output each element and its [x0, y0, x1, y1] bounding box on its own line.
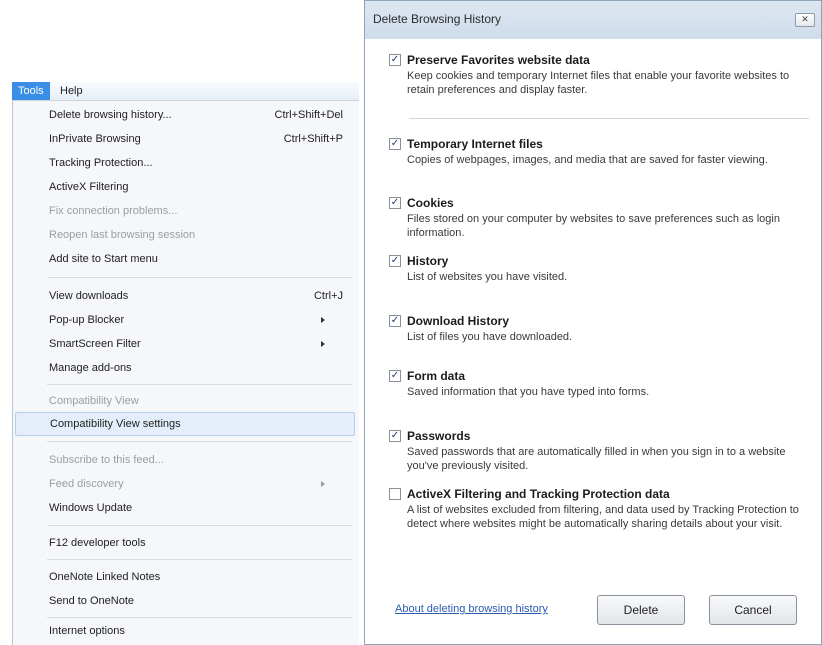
- menu-bar: Tools Help: [12, 82, 359, 101]
- dialog-divider: [409, 118, 809, 119]
- checkbox-activex-tracking-data[interactable]: [389, 488, 401, 500]
- menu-item-label: Fix connection problems...: [49, 205, 178, 217]
- option-description: A list of websites excluded from filteri…: [407, 504, 799, 530]
- menu-item-send-to-onenote[interactable]: Send to OneNote: [15, 589, 355, 613]
- menu-separator: [47, 277, 352, 278]
- menu-item-label: Internet options: [49, 625, 125, 637]
- menu-item-feed-discovery[interactable]: Feed discovery: [15, 472, 355, 496]
- menu-item-label: ActiveX Filtering: [49, 181, 129, 193]
- checkbox-passwords[interactable]: ✓: [389, 430, 401, 442]
- menu-item-label: Manage add-ons: [49, 362, 132, 374]
- menu-item-compatibility-view-settings[interactable]: Compatibility View settings: [15, 412, 355, 436]
- tools-menu: Delete browsing history... Ctrl+Shift+De…: [12, 101, 359, 645]
- menu-item-shortcut: Ctrl+Shift+P: [283, 133, 343, 145]
- menu-separator: [47, 559, 352, 560]
- menu-item-label: InPrivate Browsing: [49, 133, 141, 145]
- menu-item-label: SmartScreen Filter: [49, 338, 141, 350]
- menu-item-label: Tracking Protection...: [49, 157, 153, 169]
- about-deleting-history-link[interactable]: About deleting browsing history: [395, 603, 548, 615]
- menu-help[interactable]: Help: [54, 82, 89, 100]
- menu-tools[interactable]: Tools: [12, 82, 50, 100]
- menu-item-label: View downloads: [49, 290, 129, 302]
- option-description: Copies of webpages, images, and media th…: [407, 154, 768, 166]
- menu-item-shortcut: Ctrl+Shift+Del: [274, 109, 343, 121]
- menu-item-label: OneNote Linked Notes: [49, 571, 161, 583]
- option-title: Cookies: [407, 196, 454, 210]
- menu-item-label: Feed discovery: [49, 478, 124, 490]
- menu-item-label: Reopen last browsing session: [49, 229, 196, 241]
- menu-item-add-site-start-menu[interactable]: Add site to Start menu: [15, 247, 355, 271]
- option-description: Files stored on your computer by website…: [407, 213, 780, 239]
- menu-item-f12-developer-tools[interactable]: F12 developer tools: [15, 531, 355, 555]
- option-title: Temporary Internet files: [407, 137, 543, 151]
- menu-item-label: Compatibility View: [49, 395, 139, 407]
- menu-item-label: Subscribe to this feed...: [49, 454, 164, 466]
- menu-item-windows-update[interactable]: Windows Update: [15, 496, 355, 520]
- option-title: Preserve Favorites website data: [407, 53, 590, 67]
- menu-item-label: Compatibility View settings: [50, 418, 181, 430]
- menu-item-inprivate-browsing[interactable]: InPrivate Browsing Ctrl+Shift+P: [15, 127, 355, 151]
- menu-separator: [47, 384, 352, 385]
- checkbox-preserve-favorites[interactable]: ✓: [389, 54, 401, 66]
- submenu-arrow-icon: [321, 317, 325, 323]
- menu-item-delete-browsing-history[interactable]: Delete browsing history... Ctrl+Shift+De…: [15, 103, 355, 127]
- menu-item-fix-connection[interactable]: Fix connection problems...: [15, 199, 355, 223]
- submenu-arrow-icon: [321, 341, 325, 347]
- menu-item-internet-options[interactable]: Internet options: [15, 619, 355, 643]
- menu-item-label: Send to OneNote: [49, 595, 135, 607]
- menu-item-label: Add site to Start menu: [49, 253, 158, 265]
- delete-button[interactable]: Delete: [597, 595, 685, 625]
- menu-separator: [47, 441, 352, 442]
- menu-item-smartscreen-filter[interactable]: SmartScreen Filter: [15, 332, 355, 356]
- menu-item-manage-addons[interactable]: Manage add-ons: [15, 356, 355, 380]
- dialog-title: Delete Browsing History: [373, 12, 502, 26]
- menu-separator: [47, 617, 352, 618]
- menu-item-compatibility-view[interactable]: Compatibility View: [15, 389, 355, 413]
- menu-separator: [47, 525, 352, 526]
- menu-item-label: Delete browsing history...: [49, 109, 172, 121]
- menu-item-shortcut: Ctrl+J: [313, 290, 343, 302]
- option-title: Download History: [407, 314, 510, 328]
- menu-item-view-downloads[interactable]: View downloads Ctrl+J: [15, 284, 355, 308]
- option-description: Keep cookies and temporary Internet file…: [407, 70, 790, 96]
- checkbox-temporary-internet-files[interactable]: ✓: [389, 138, 401, 150]
- menu-item-label: Windows Update: [49, 502, 133, 514]
- checkbox-history[interactable]: ✓: [389, 255, 401, 267]
- menu-item-activex-filtering[interactable]: ActiveX Filtering: [15, 175, 355, 199]
- close-icon[interactable]: ✕: [795, 13, 815, 27]
- dialog-titlebar: Delete Browsing History ✕: [365, 1, 821, 39]
- checkbox-cookies[interactable]: ✓: [389, 197, 401, 209]
- submenu-arrow-icon: [321, 481, 325, 487]
- menu-item-subscribe-feed[interactable]: Subscribe to this feed...: [15, 448, 355, 472]
- checkbox-download-history[interactable]: ✓: [389, 315, 401, 327]
- menu-item-tracking-protection[interactable]: Tracking Protection...: [15, 151, 355, 175]
- cancel-button[interactable]: Cancel: [709, 595, 797, 625]
- menu-item-popup-blocker[interactable]: Pop-up Blocker: [15, 308, 355, 332]
- option-title: Form data: [407, 369, 466, 383]
- menu-item-label: Pop-up Blocker: [49, 314, 125, 326]
- delete-browsing-history-dialog: Delete Browsing History ✕ ✓ Preserve Fav…: [364, 0, 822, 645]
- menu-item-onenote-linked-notes[interactable]: OneNote Linked Notes: [15, 565, 355, 589]
- menu-item-reopen-session[interactable]: Reopen last browsing session: [15, 223, 355, 247]
- menu-item-label: F12 developer tools: [49, 537, 146, 549]
- checkbox-form-data[interactable]: ✓: [389, 370, 401, 382]
- option-title: Passwords: [407, 429, 471, 443]
- option-description: Saved passwords that are automatically f…: [407, 446, 786, 472]
- option-description: List of websites you have visited.: [407, 271, 568, 283]
- option-description: List of files you have downloaded.: [407, 331, 573, 343]
- option-title: History: [407, 254, 449, 268]
- option-description: Saved information that you have typed in…: [407, 386, 650, 398]
- option-title: ActiveX Filtering and Tracking Protectio…: [407, 487, 670, 501]
